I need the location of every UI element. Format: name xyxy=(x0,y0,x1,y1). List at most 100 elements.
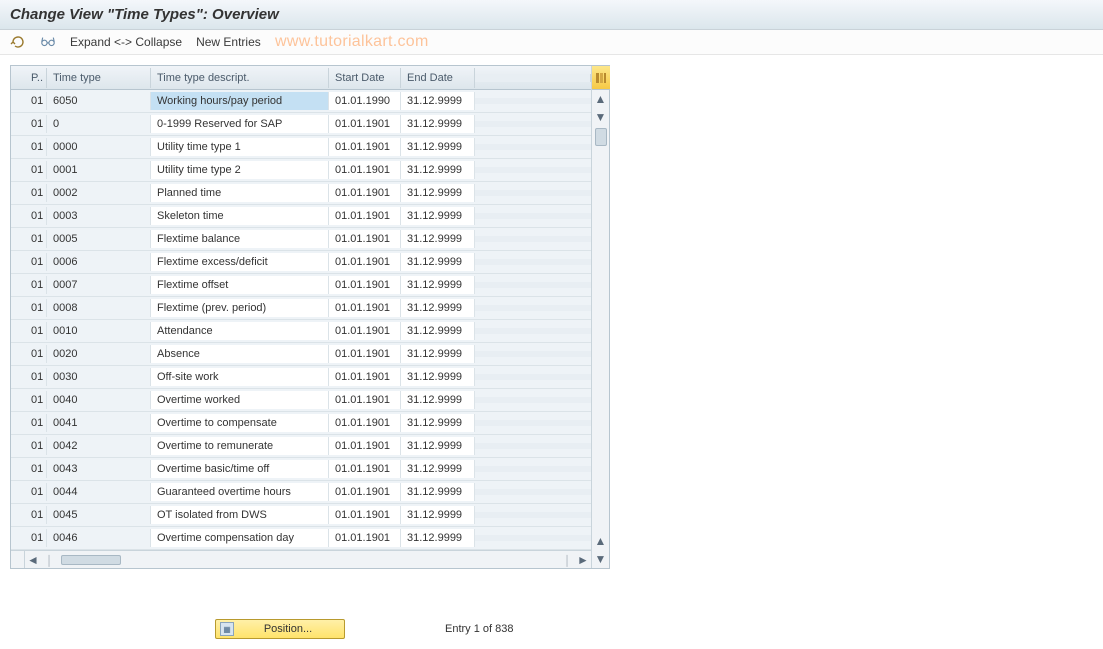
cell-p[interactable]: 01 xyxy=(25,460,47,478)
table-row[interactable]: 010042Overtime to remunerate01.01.190131… xyxy=(11,435,591,458)
scroll-down-icon[interactable]: ▼ xyxy=(592,550,610,568)
cell-end-date[interactable]: 31.12.9999 xyxy=(401,115,475,133)
cell-p[interactable]: 01 xyxy=(25,529,47,547)
h-scrollbar[interactable]: ◄ ❘ ❘ ► xyxy=(11,550,591,568)
cell-description[interactable]: Utility time type 1 xyxy=(151,138,329,156)
cell-time-type[interactable]: 0000 xyxy=(47,138,151,156)
cell-start-date[interactable]: 01.01.1901 xyxy=(329,391,401,409)
table-row[interactable]: 010045OT isolated from DWS01.01.190131.1… xyxy=(11,504,591,527)
scroll-left-icon[interactable]: ◄ xyxy=(25,552,41,568)
table-row[interactable]: 010020Absence01.01.190131.12.9999 xyxy=(11,343,591,366)
cell-start-date[interactable]: 01.01.1901 xyxy=(329,414,401,432)
cell-end-date[interactable]: 31.12.9999 xyxy=(401,506,475,524)
cell-time-type[interactable]: 0003 xyxy=(47,207,151,225)
cell-p[interactable]: 01 xyxy=(25,276,47,294)
table-row[interactable]: 010008Flextime (prev. period)01.01.19013… xyxy=(11,297,591,320)
cell-description[interactable]: Absence xyxy=(151,345,329,363)
cell-time-type[interactable]: 0007 xyxy=(47,276,151,294)
cell-p[interactable]: 01 xyxy=(25,322,47,340)
cell-start-date[interactable]: 01.01.1901 xyxy=(329,253,401,271)
cell-end-date[interactable]: 31.12.9999 xyxy=(401,276,475,294)
table-row[interactable]: 010000Utility time type 101.01.190131.12… xyxy=(11,136,591,159)
header-start-date[interactable]: Start Date xyxy=(329,68,401,88)
scroll-left-icon[interactable]: ❘ xyxy=(41,552,57,568)
cell-p[interactable]: 01 xyxy=(25,161,47,179)
cell-start-date[interactable]: 01.01.1901 xyxy=(329,115,401,133)
cell-end-date[interactable]: 31.12.9999 xyxy=(401,345,475,363)
cell-p[interactable]: 01 xyxy=(25,253,47,271)
cell-end-date[interactable]: 31.12.9999 xyxy=(401,161,475,179)
scroll-up-icon[interactable]: ▲ xyxy=(592,532,610,550)
cell-time-type[interactable]: 0008 xyxy=(47,299,151,317)
cell-end-date[interactable]: 31.12.9999 xyxy=(401,437,475,455)
glasses-icon[interactable] xyxy=(40,34,56,50)
cell-p[interactable]: 01 xyxy=(25,184,47,202)
cell-start-date[interactable]: 01.01.1901 xyxy=(329,506,401,524)
cell-start-date[interactable]: 01.01.1901 xyxy=(329,529,401,547)
table-row[interactable]: 010041Overtime to compensate01.01.190131… xyxy=(11,412,591,435)
cell-end-date[interactable]: 31.12.9999 xyxy=(401,138,475,156)
cell-p[interactable]: 01 xyxy=(25,115,47,133)
table-row[interactable]: 010010Attendance01.01.190131.12.9999 xyxy=(11,320,591,343)
cell-description[interactable]: Overtime to remunerate xyxy=(151,437,329,455)
cell-end-date[interactable]: 31.12.9999 xyxy=(401,391,475,409)
cell-time-type[interactable]: 0046 xyxy=(47,529,151,547)
table-row[interactable]: 010046Overtime compensation day01.01.190… xyxy=(11,527,591,550)
cell-description[interactable]: Flextime excess/deficit xyxy=(151,253,329,271)
cell-start-date[interactable]: 01.01.1901 xyxy=(329,345,401,363)
cell-p[interactable]: 01 xyxy=(25,138,47,156)
table-row[interactable]: 010001Utility time type 201.01.190131.12… xyxy=(11,159,591,182)
cell-description[interactable]: Overtime worked xyxy=(151,391,329,409)
scroll-up-icon[interactable]: ▲ xyxy=(592,90,610,108)
cell-time-type[interactable]: 0005 xyxy=(47,230,151,248)
cell-end-date[interactable]: 31.12.9999 xyxy=(401,299,475,317)
cell-p[interactable]: 01 xyxy=(25,506,47,524)
cell-start-date[interactable]: 01.01.1901 xyxy=(329,207,401,225)
cell-description[interactable]: Off-site work xyxy=(151,368,329,386)
h-scroll-thumb[interactable] xyxy=(61,555,121,565)
scroll-right-icon[interactable]: ► xyxy=(575,552,591,568)
cell-time-type[interactable]: 0044 xyxy=(47,483,151,501)
cell-time-type[interactable]: 0006 xyxy=(47,253,151,271)
cell-p[interactable]: 01 xyxy=(25,230,47,248)
cell-p[interactable]: 01 xyxy=(25,368,47,386)
cell-time-type[interactable]: 6050 xyxy=(47,92,151,110)
table-row[interactable]: 010005Flextime balance01.01.190131.12.99… xyxy=(11,228,591,251)
header-p[interactable]: P.. xyxy=(25,68,47,88)
cell-description[interactable]: 0-1999 Reserved for SAP xyxy=(151,115,329,133)
cell-description[interactable]: Attendance xyxy=(151,322,329,340)
cell-time-type[interactable]: 0045 xyxy=(47,506,151,524)
cell-end-date[interactable]: 31.12.9999 xyxy=(401,230,475,248)
new-entries-button[interactable]: New Entries xyxy=(196,35,261,49)
refresh-icon[interactable] xyxy=(10,34,26,50)
cell-time-type[interactable]: 0020 xyxy=(47,345,151,363)
cell-time-type[interactable]: 0 xyxy=(47,115,151,133)
table-row[interactable]: 010007Flextime offset01.01.190131.12.999… xyxy=(11,274,591,297)
cell-start-date[interactable]: 01.01.1901 xyxy=(329,437,401,455)
cell-start-date[interactable]: 01.01.1901 xyxy=(329,322,401,340)
scroll-right-icon[interactable]: ❘ xyxy=(559,552,575,568)
v-scroll-thumb[interactable] xyxy=(595,128,607,146)
cell-start-date[interactable]: 01.01.1901 xyxy=(329,299,401,317)
table-row[interactable]: 010043Overtime basic/time off01.01.19013… xyxy=(11,458,591,481)
cell-end-date[interactable]: 31.12.9999 xyxy=(401,483,475,501)
cell-description[interactable]: Overtime basic/time off xyxy=(151,460,329,478)
cell-p[interactable]: 01 xyxy=(25,437,47,455)
cell-description[interactable]: Overtime compensation day xyxy=(151,529,329,547)
cell-time-type[interactable]: 0041 xyxy=(47,414,151,432)
cell-description[interactable]: Planned time xyxy=(151,184,329,202)
cell-start-date[interactable]: 01.01.1990 xyxy=(329,92,401,110)
table-row[interactable]: 010044Guaranteed overtime hours01.01.190… xyxy=(11,481,591,504)
cell-p[interactable]: 01 xyxy=(25,92,47,110)
cell-description[interactable]: OT isolated from DWS xyxy=(151,506,329,524)
cell-end-date[interactable]: 31.12.9999 xyxy=(401,92,475,110)
cell-start-date[interactable]: 01.01.1901 xyxy=(329,460,401,478)
cell-start-date[interactable]: 01.01.1901 xyxy=(329,276,401,294)
header-time-type[interactable]: Time type xyxy=(47,68,151,88)
cell-time-type[interactable]: 0030 xyxy=(47,368,151,386)
cell-end-date[interactable]: 31.12.9999 xyxy=(401,184,475,202)
cell-description[interactable]: Flextime (prev. period) xyxy=(151,299,329,317)
cell-description[interactable]: Guaranteed overtime hours xyxy=(151,483,329,501)
header-end-date[interactable]: End Date xyxy=(401,68,475,88)
cell-description[interactable]: Utility time type 2 xyxy=(151,161,329,179)
